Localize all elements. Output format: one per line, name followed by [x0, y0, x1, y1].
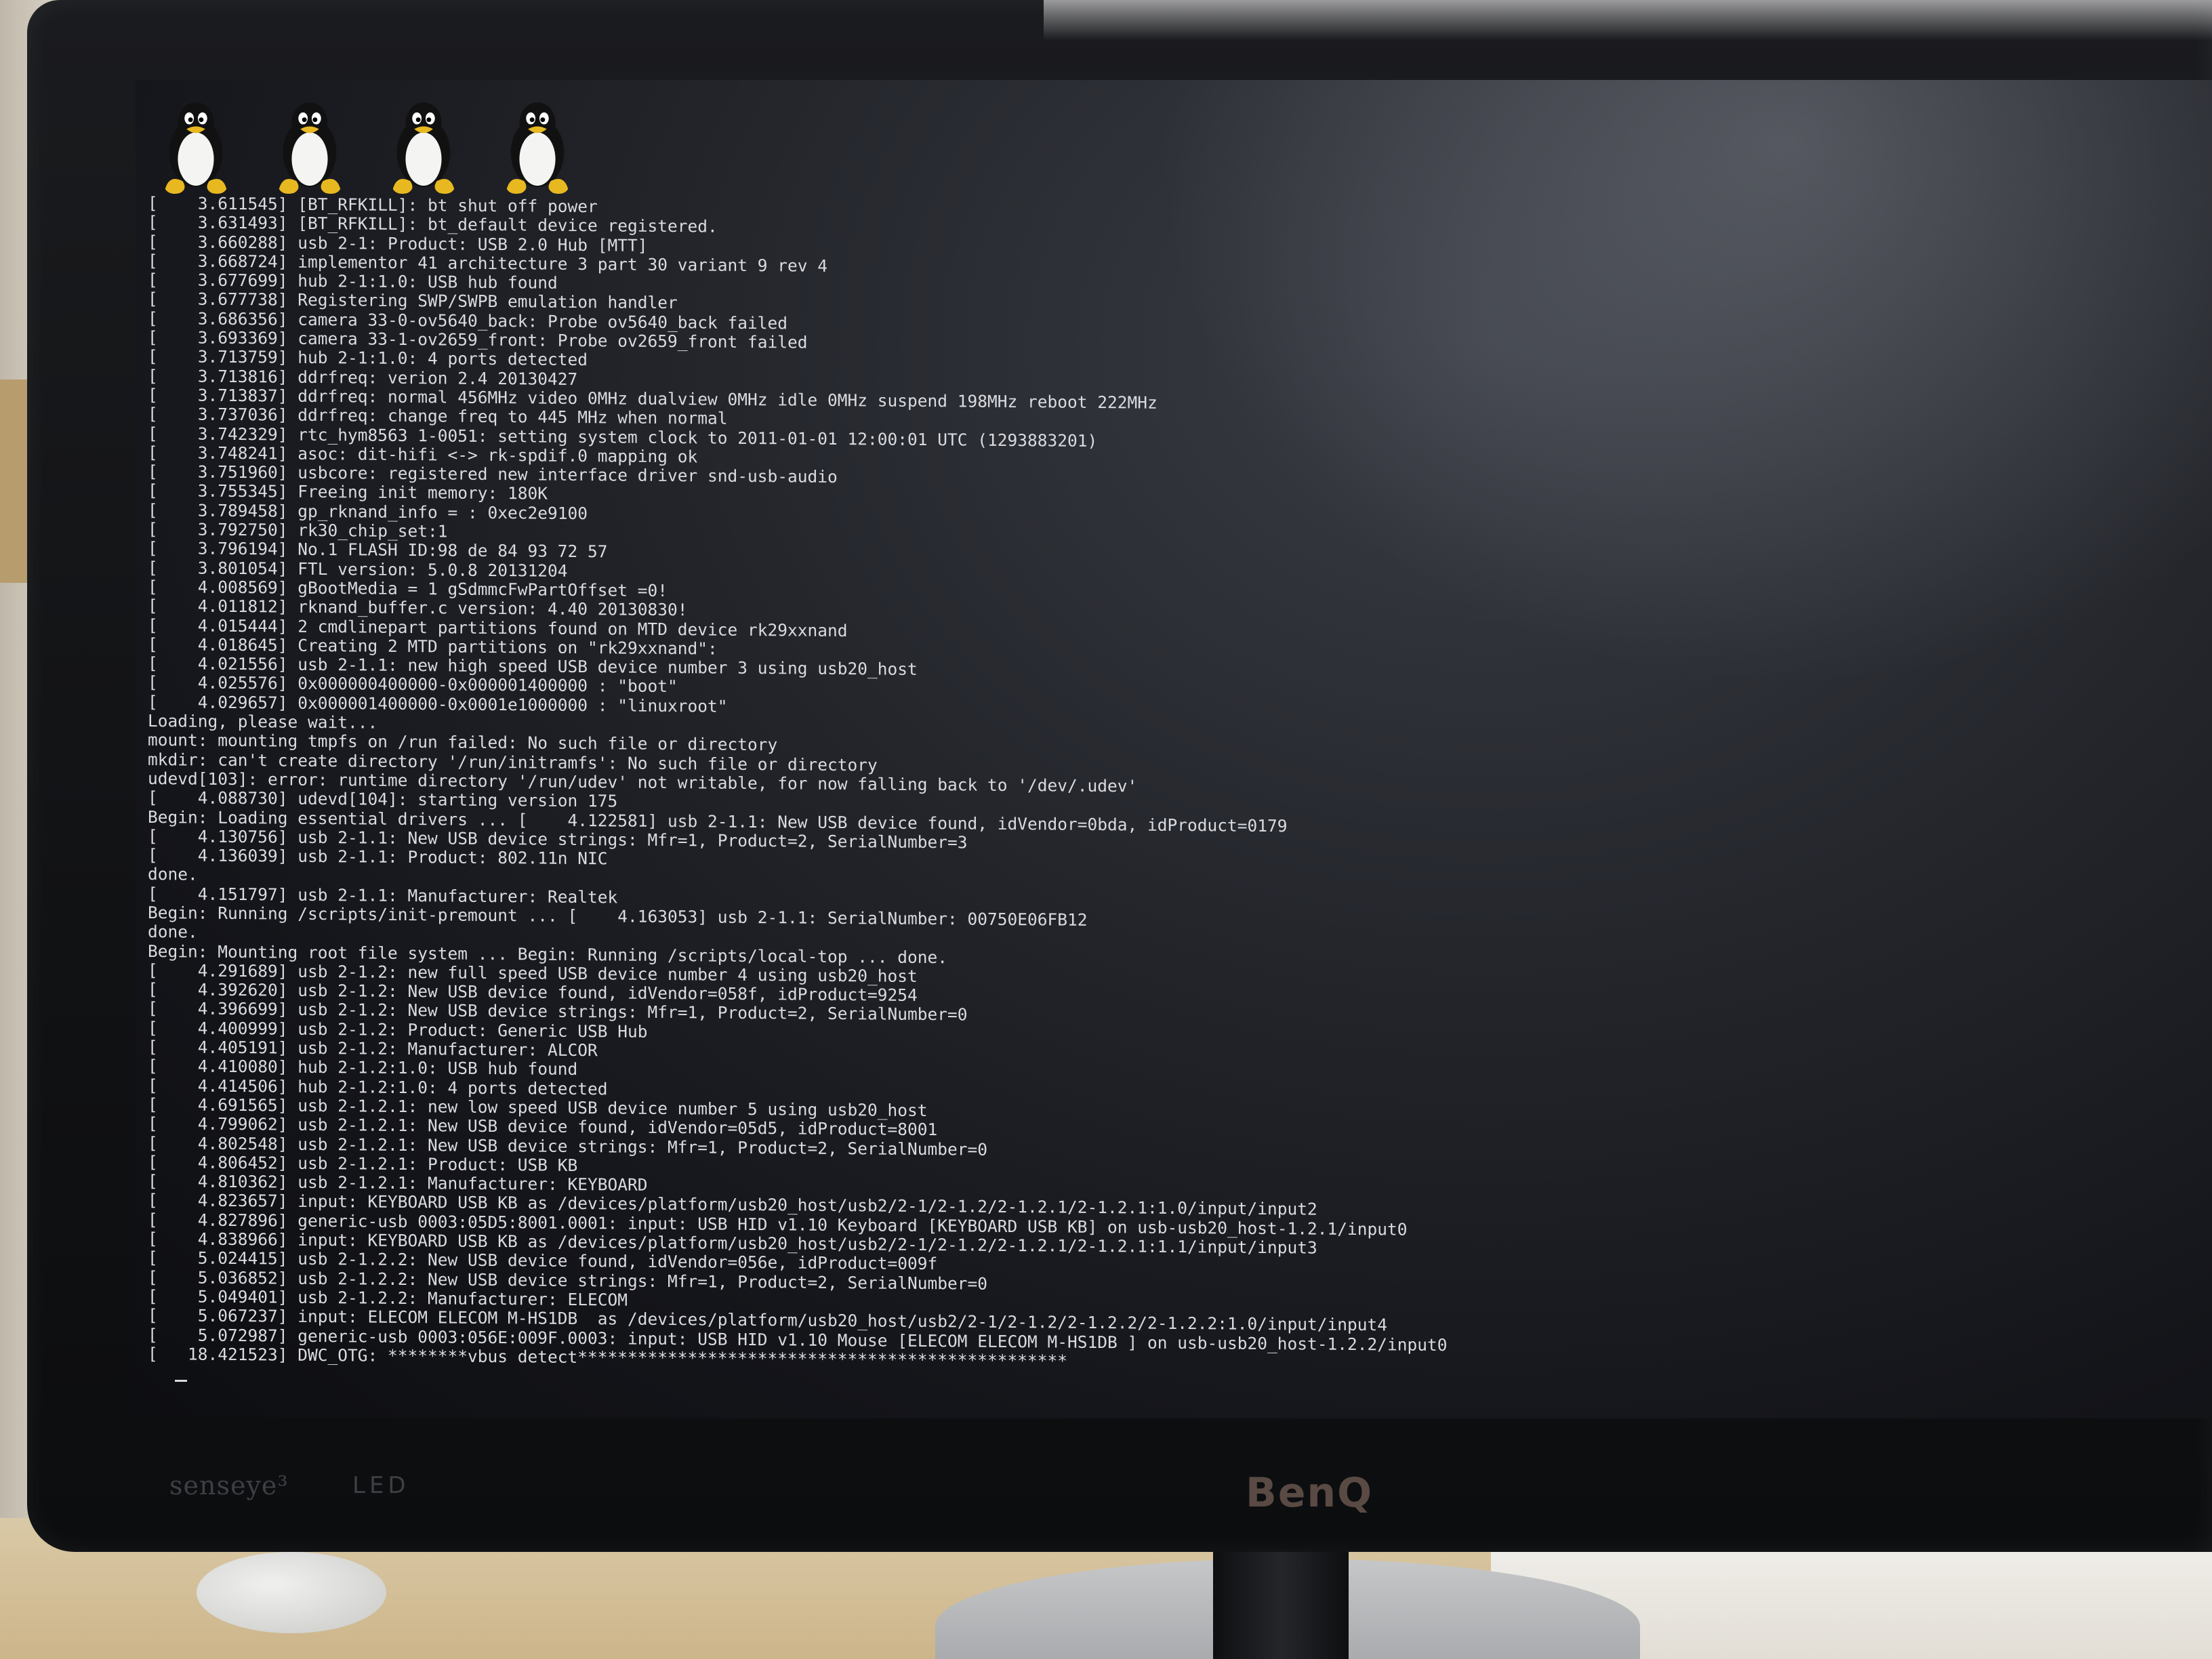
photo-scene: [ 3.611545] [BT_RFKILL]: bt shut off pow…	[0, 0, 2212, 1659]
console-output: [ 3.611545] [BT_RFKILL]: bt shut off pow…	[148, 193, 1448, 1374]
tux-penguin-icon	[384, 95, 464, 200]
tux-penguin-icon	[270, 95, 350, 200]
speaker-object	[197, 1552, 386, 1633]
tux-penguin-icon	[497, 95, 577, 200]
boot-logo-penguins	[156, 95, 577, 200]
benq-logo: BenQ	[1246, 1469, 1374, 1517]
bezel-glare	[1044, 0, 2212, 41]
led-label: LED	[352, 1472, 410, 1499]
senseye-logo: senseye³	[169, 1471, 289, 1500]
tux-penguin-icon	[156, 95, 236, 200]
monitor-stand-neck	[1213, 1552, 1349, 1659]
monitor-screen: [ 3.611545] [BT_RFKILL]: bt shut off pow…	[136, 80, 2212, 1418]
console-cursor	[175, 1380, 187, 1382]
